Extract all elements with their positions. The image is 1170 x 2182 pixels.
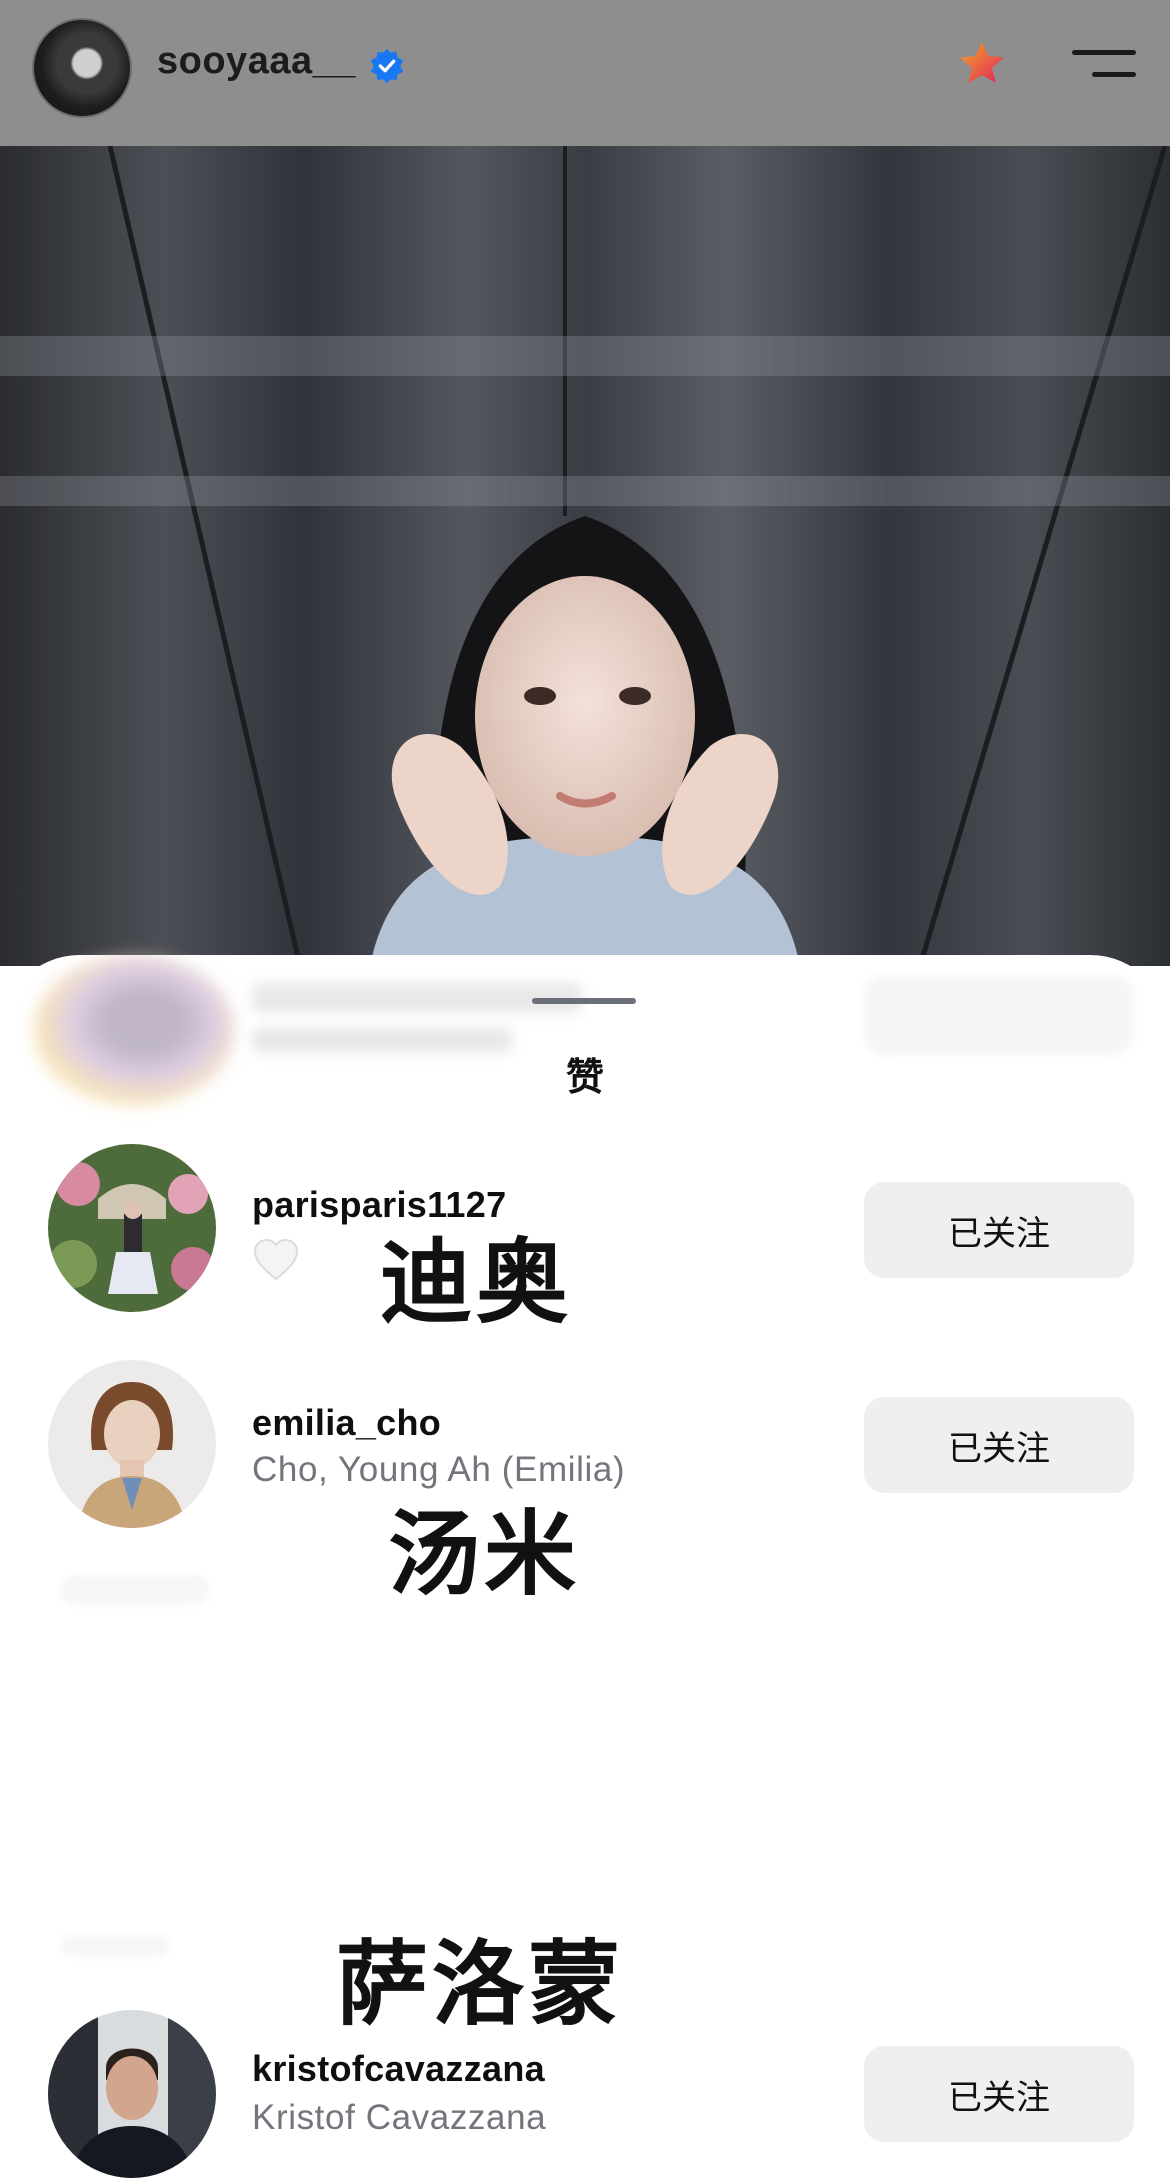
- full-name: Cho, Young Ah (Emilia): [252, 1450, 626, 1489]
- sheet-drag-handle[interactable]: [532, 998, 636, 1004]
- avatar[interactable]: [48, 1360, 216, 1528]
- profile-header: sooyaaa__: [0, 0, 1170, 147]
- following-button[interactable]: 已关注: [864, 1397, 1134, 1493]
- overlay-caption: 迪奥: [380, 1228, 573, 1336]
- list-item[interactable]: emilia_cho Cho, Young Ah (Emilia) 汤米 已关注: [0, 1360, 1170, 1600]
- star-icon[interactable]: [956, 38, 1008, 90]
- username[interactable]: emilia_cho: [252, 1402, 441, 1444]
- post-photo: [0, 146, 1170, 966]
- username[interactable]: parisparis1127: [252, 1184, 506, 1226]
- overlay-caption: 汤米: [388, 1500, 581, 1608]
- list-item[interactable]: parisparis1127 迪奥 已关注: [0, 1144, 1170, 1328]
- list-item[interactable]: kristofcavazzana Kristof Cavazzana 已关注: [0, 2010, 1170, 2182]
- following-button[interactable]: 已关注: [864, 2046, 1134, 2142]
- following-button[interactable]: 已关注: [864, 1182, 1134, 1278]
- profile-username[interactable]: sooyaaa__: [157, 40, 356, 83]
- username[interactable]: kristofcavazzana: [252, 2048, 545, 2090]
- avatar[interactable]: [48, 1144, 216, 1312]
- full-name: Kristof Cavazzana: [252, 2098, 547, 2137]
- sheet-title: 赞: [565, 1055, 604, 1099]
- menu-icon[interactable]: [1072, 44, 1136, 84]
- avatar[interactable]: [48, 2010, 216, 2178]
- profile-avatar[interactable]: [32, 18, 132, 118]
- heart-icon: [253, 1238, 299, 1281]
- verified-badge-icon: [370, 48, 404, 84]
